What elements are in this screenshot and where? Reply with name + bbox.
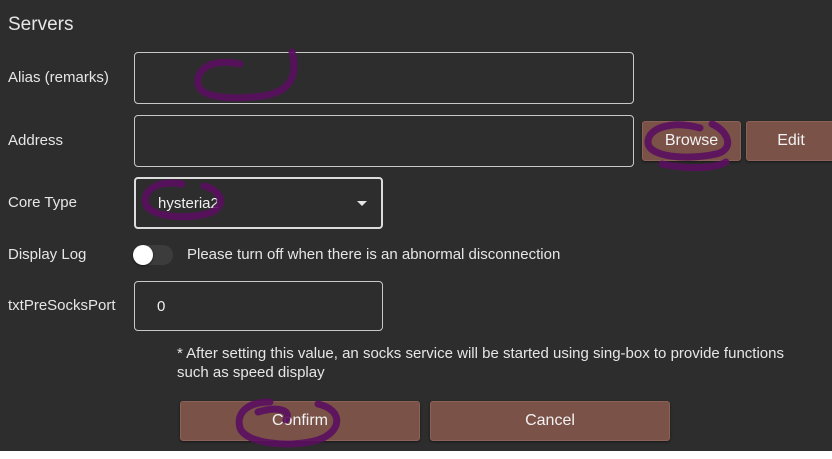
pre-socks-port-label: txtPreSocksPort <box>8 297 116 314</box>
browse-button-label: Browse <box>664 132 719 149</box>
server-edit-window: Servers Alias (remarks) Address Browse E… <box>0 0 832 451</box>
toggle-knob <box>133 245 153 265</box>
page-title: Servers <box>8 14 74 35</box>
address-input[interactable] <box>134 115 634 167</box>
core-type-value: hysteria2 <box>158 194 219 212</box>
confirm-button-label: Confirm <box>271 412 328 429</box>
address-label: Address <box>8 132 64 149</box>
core-type-label: Core Type <box>8 194 77 211</box>
pre-socks-port-note: * After setting this value, an socks ser… <box>177 345 784 381</box>
display-log-hint: Please turn off when there is an abnorma… <box>187 246 561 263</box>
browse-button[interactable]: Browse <box>642 121 741 161</box>
confirm-button[interactable]: Confirm <box>180 401 420 441</box>
chevron-down-icon <box>357 201 367 206</box>
alias-input[interactable] <box>134 52 634 104</box>
display-log-label: Display Log <box>8 246 87 263</box>
cancel-button[interactable]: Cancel <box>430 401 670 441</box>
edit-button[interactable]: Edit <box>746 121 832 161</box>
display-log-toggle[interactable] <box>133 245 173 265</box>
alias-label: Alias (remarks) <box>8 69 109 86</box>
cancel-button-label: Cancel <box>525 412 575 429</box>
core-type-select[interactable]: hysteria2 <box>134 177 383 229</box>
pre-socks-port-input[interactable] <box>134 281 383 331</box>
edit-button-label: Edit <box>777 132 805 149</box>
